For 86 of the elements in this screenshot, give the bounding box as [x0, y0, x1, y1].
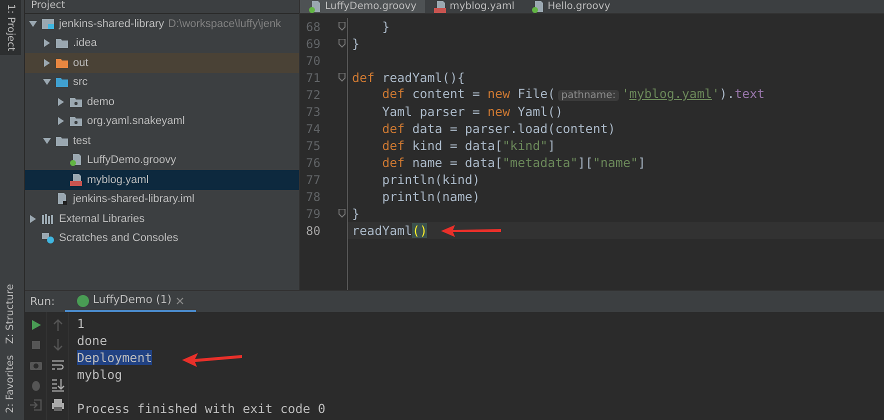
console-line: done [77, 333, 108, 348]
line-number: 75 [305, 138, 322, 154]
tree-item[interactable]: Scratches and Consoles [25, 228, 299, 248]
editor-tab[interactable]: LuffyDemo.groovy [300, 0, 425, 13]
print-icon[interactable] [50, 398, 64, 412]
tree-item[interactable]: myblog.yaml [25, 170, 299, 190]
line-number: 76 [305, 154, 322, 172]
package-folder-icon [69, 115, 83, 128]
line-number: 74 [305, 120, 322, 138]
tree-item[interactable]: org.yaml.snakeyaml [25, 112, 299, 131]
editor-tab[interactable]: Hello.groovy [522, 0, 618, 13]
expanded-arrow-icon [29, 20, 37, 28]
line-number: 78 [305, 188, 322, 206]
close-icon [176, 296, 184, 304]
code-line: println(name) [381, 188, 480, 205]
folder-icon [55, 37, 69, 50]
collapsed-arrow-icon [57, 117, 65, 126]
code-line: readYaml() [352, 222, 428, 239]
run-tab[interactable]: LuffyDemo (1) [64, 291, 196, 312]
folder-icon [55, 76, 69, 88]
line-number: 69 [305, 36, 322, 52]
line-number: 73 [305, 104, 322, 120]
tool-window-tab[interactable]: 1: Project [0, 0, 21, 56]
annotation-arrow-icon [182, 350, 242, 367]
panel-label: Run: [29, 294, 56, 310]
tree-item[interactable]: External Libraries [25, 209, 299, 228]
line-number: 71 [305, 70, 322, 86]
groovy-file-icon [308, 0, 322, 12]
code-line: } [381, 18, 390, 35]
scratch-clock-icon [41, 232, 55, 244]
tree-item[interactable]: src [25, 72, 299, 92]
fold-marker-icon [338, 22, 346, 31]
console-line: Process finished with exit code 0 [77, 401, 326, 416]
yaml-file-icon [69, 174, 83, 186]
tree-item[interactable]: test [25, 131, 299, 150]
collapsed-arrow-icon [57, 98, 65, 106]
library-icon [41, 212, 55, 225]
tree-item[interactable]: LuffyDemo.groovy [25, 150, 299, 170]
code-line: println(kind) [381, 171, 480, 188]
code-line: def data = parser.load(content) [381, 120, 616, 137]
code-line: def content = new File( pathname: 'myblog.yaml').text [381, 85, 765, 103]
fold-marker-icon [338, 39, 346, 48]
scroll-to-end-icon[interactable] [50, 378, 64, 392]
package-folder-icon [69, 96, 83, 108]
line-number: 79 [305, 206, 322, 222]
collapsed-arrow-icon [43, 39, 51, 48]
line-number: 68 [305, 18, 322, 36]
fold-marker-icon [338, 209, 346, 218]
groovy-file-icon [69, 154, 83, 166]
panel-title: Project [25, 0, 299, 14]
tree-item[interactable]: jenkins-shared-library D:\workspace\luffy\jenk [25, 14, 299, 34]
tree-item[interactable]: demo [25, 92, 299, 112]
groovy-file-icon [530, 0, 545, 12]
folder-icon [55, 56, 69, 69]
tree-item[interactable]: out [25, 53, 299, 72]
expanded-arrow-icon [43, 136, 51, 145]
tree-item[interactable]: .idea [25, 34, 299, 53]
console-line: 1 [77, 316, 85, 331]
code-line: } [352, 35, 360, 52]
editor-tab[interactable]: myblog.yaml [424, 0, 523, 13]
code-line: Yaml parser = new Yaml() [381, 103, 563, 120]
code-line: def readYaml(){ [352, 69, 465, 86]
tree-item[interactable]: jenkins-shared-library.iml [25, 190, 299, 209]
annotation-arrow-icon [441, 224, 502, 238]
code-line: def kind = data["kind"] [381, 137, 556, 154]
code-line: def name = data["metadata"]["name"] [381, 154, 646, 171]
console-line: myblog [77, 367, 122, 382]
code-line: } [352, 205, 360, 222]
tool-window-tab[interactable]: 2: Favorites [0, 350, 21, 417]
line-number: 77 [305, 172, 322, 188]
module-file-icon [55, 193, 69, 206]
line-number: 80 [305, 222, 322, 240]
line-number: 70 [305, 52, 322, 70]
exit-icon[interactable] [28, 398, 42, 412]
tool-window-tab[interactable]: Z: Structure [0, 280, 21, 348]
groovy-run-icon [76, 294, 89, 306]
line-number: 72 [305, 86, 322, 104]
collapsed-arrow-icon [29, 214, 37, 223]
down-arrow-icon[interactable] [50, 338, 64, 352]
expanded-arrow-icon [43, 78, 51, 86]
soft-wrap-icon[interactable] [50, 358, 64, 372]
module-folder-icon [41, 18, 55, 30]
collapsed-arrow-icon [43, 58, 51, 67]
fold-marker-icon [338, 73, 346, 82]
folder-icon [55, 134, 69, 147]
yaml-file-icon [432, 0, 447, 12]
